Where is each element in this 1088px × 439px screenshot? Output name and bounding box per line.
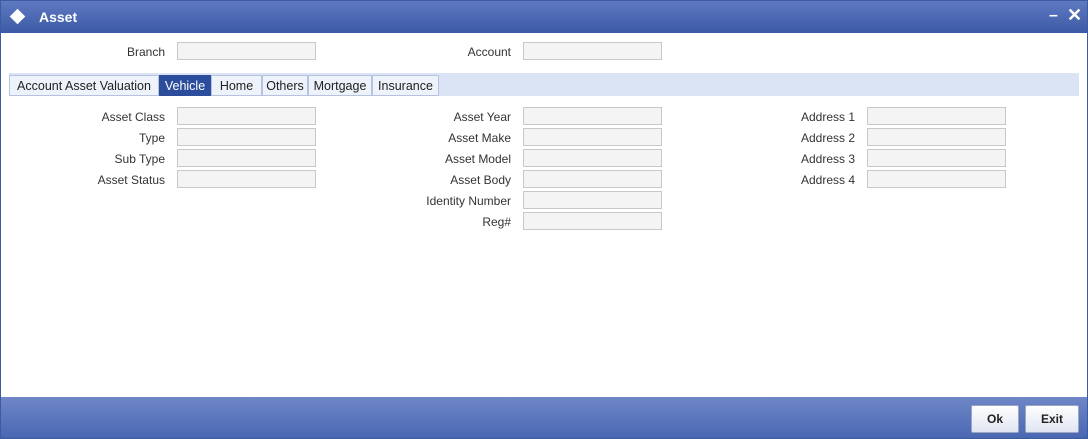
branch-field[interactable]	[177, 42, 316, 60]
exit-button[interactable]: Exit	[1025, 405, 1079, 433]
tab-account-asset-valuation[interactable]: Account Asset Valuation	[9, 75, 159, 96]
asset-status-field[interactable]	[177, 170, 316, 188]
address-3-label: Address 3	[800, 152, 855, 166]
tab-others[interactable]: Others	[262, 75, 308, 96]
type-label: Type	[138, 131, 165, 145]
ok-button[interactable]: Ok	[971, 405, 1019, 433]
sub-type-label: Sub Type	[114, 152, 165, 166]
close-icon[interactable]: ✕	[1067, 5, 1082, 26]
asset-body-field[interactable]	[523, 170, 662, 188]
address-2-field[interactable]	[867, 128, 1006, 146]
identity-number-label: Identity Number	[426, 194, 511, 208]
asset-status-label: Asset Status	[97, 173, 165, 187]
footer-bar	[1, 397, 1087, 438]
reg-number-field[interactable]	[523, 212, 662, 230]
tab-vehicle[interactable]: Vehicle	[159, 75, 211, 96]
branch-label: Branch	[126, 45, 165, 59]
address-4-label: Address 4	[800, 173, 855, 187]
window-title: Asset	[39, 9, 78, 25]
address-1-field[interactable]	[867, 107, 1006, 125]
sub-type-field[interactable]	[177, 149, 316, 167]
asset-year-field[interactable]	[523, 107, 662, 125]
tab-mortgage[interactable]: Mortgage	[308, 75, 372, 96]
type-field[interactable]	[177, 128, 316, 146]
tab-strip: Account Asset Valuation Vehicle Home Oth…	[9, 73, 1079, 96]
diamond-icon	[9, 8, 26, 25]
asset-make-label: Asset Make	[448, 131, 511, 145]
identity-number-field[interactable]	[523, 191, 662, 209]
asset-year-label: Asset Year	[453, 110, 511, 124]
asset-class-label: Asset Class	[101, 110, 165, 124]
account-field[interactable]	[523, 42, 662, 60]
title-bar[interactable]: Asset – ✕	[1, 1, 1087, 33]
account-label: Account	[467, 45, 511, 59]
address-3-field[interactable]	[867, 149, 1006, 167]
address-2-label: Address 2	[800, 131, 855, 145]
reg-number-label: Reg#	[482, 215, 511, 229]
asset-window: Asset – ✕ Branch Account Account Asset V…	[0, 0, 1088, 439]
address-4-field[interactable]	[867, 170, 1006, 188]
address-1-label: Address 1	[800, 110, 855, 124]
tab-insurance[interactable]: Insurance	[372, 75, 439, 96]
tab-home[interactable]: Home	[211, 75, 262, 96]
asset-make-field[interactable]	[523, 128, 662, 146]
asset-body-label: Asset Body	[450, 173, 511, 187]
asset-class-field[interactable]	[177, 107, 316, 125]
asset-model-label: Asset Model	[444, 152, 511, 166]
minimize-icon[interactable]: –	[1049, 7, 1058, 25]
asset-model-field[interactable]	[523, 149, 662, 167]
